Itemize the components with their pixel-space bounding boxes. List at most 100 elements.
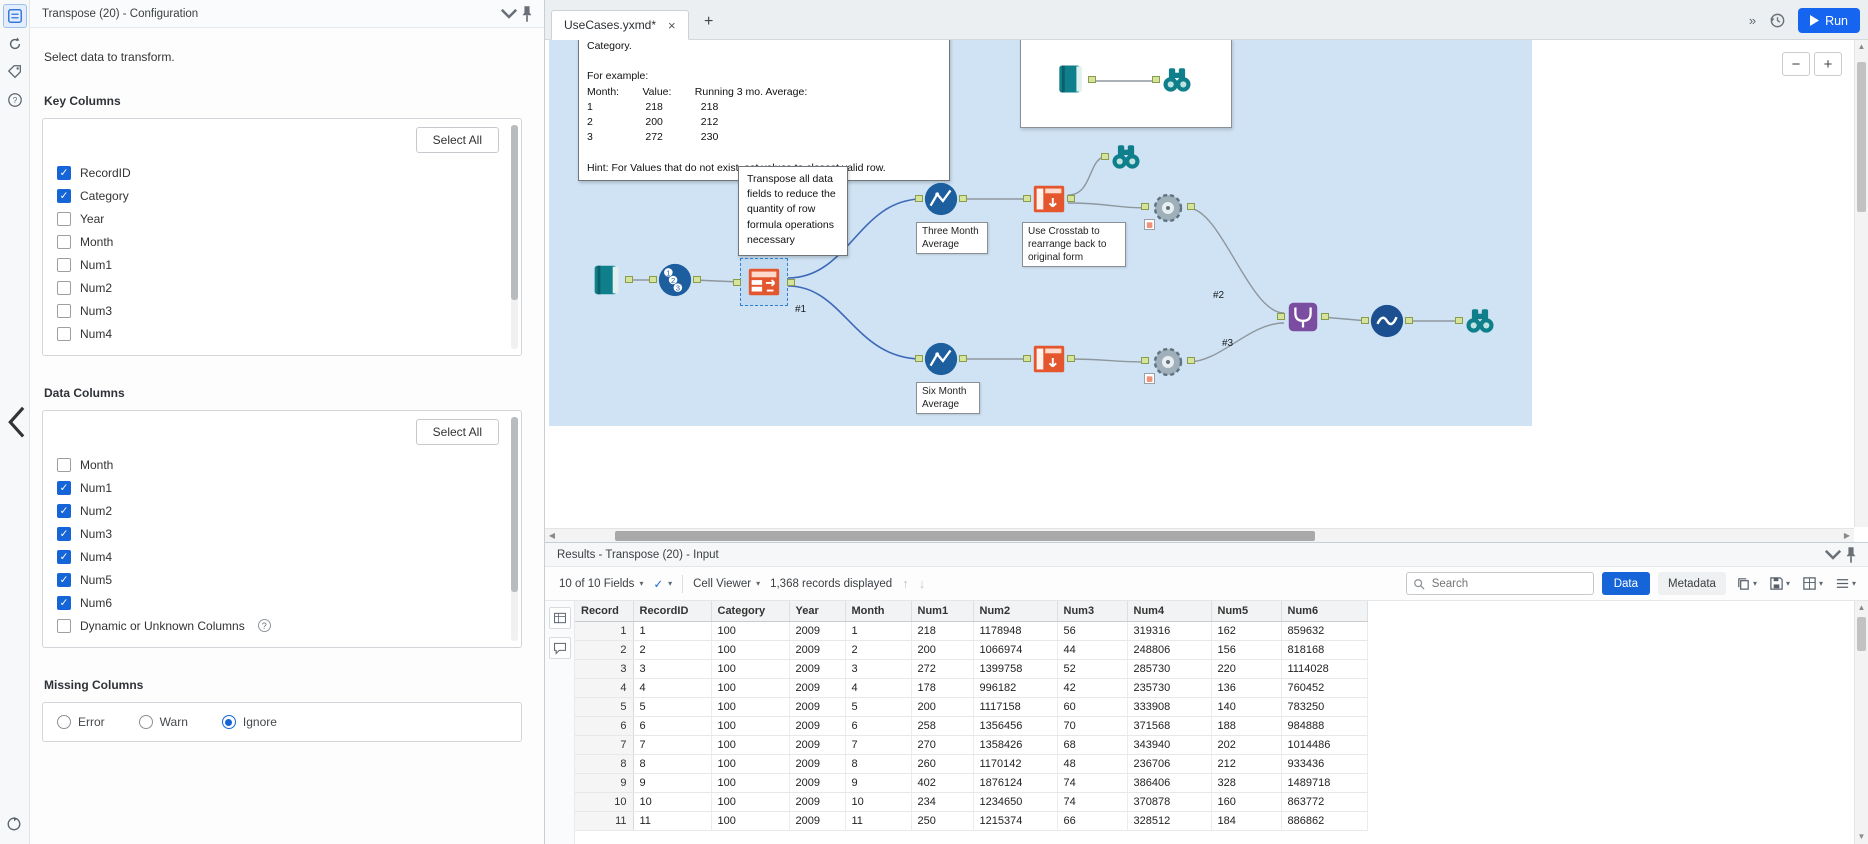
column-header[interactable]: Num5 <box>1211 601 1282 622</box>
missing-columns-option[interactable]: Error <box>57 715 105 729</box>
output-anchor[interactable] <box>959 355 967 362</box>
key-column-row[interactable]: Category <box>57 184 499 207</box>
canvas-vertical-scrollbar[interactable]: ▲ <box>1854 40 1868 527</box>
checkbox[interactable] <box>57 211 71 226</box>
scroll-down-icon[interactable]: ▼ <box>1855 830 1868 844</box>
key-columns-scrollbar[interactable] <box>511 125 518 349</box>
table-row[interactable]: 4 4 100 2009 4 178 996182 42 235730 136 … <box>575 678 1368 698</box>
input-anchor[interactable] <box>649 276 657 283</box>
output-anchor[interactable] <box>1405 317 1413 324</box>
key-column-row[interactable]: Num2 <box>57 276 499 299</box>
data-column-row[interactable]: Num3 ? <box>57 522 499 545</box>
data-column-row[interactable]: Month ? <box>57 453 499 476</box>
help-circle-icon[interactable]: ? <box>257 619 271 632</box>
tool-caption-six-month[interactable]: Six Month Average <box>916 382 980 414</box>
transpose-tool[interactable] <box>745 263 783 301</box>
data-column-row[interactable]: Num6 ? <box>57 591 499 614</box>
help-button[interactable]: ? <box>3 88 27 112</box>
scroll-right-icon[interactable]: ▶ <box>1840 531 1854 540</box>
three-month-average-tool[interactable] <box>915 180 967 218</box>
toolbar-overflow-chevrons[interactable]: » <box>1749 13 1756 28</box>
copy-button[interactable]: ▾ <box>1734 574 1759 593</box>
refresh-button[interactable] <box>2 812 26 836</box>
gear-blade-tool-top[interactable]: ▦ <box>1141 188 1195 230</box>
save-button[interactable]: ▾ <box>1767 574 1792 593</box>
results-search-box[interactable] <box>1405 572 1594 595</box>
table-row[interactable]: 5 5 100 2009 5 200 1117158 60 333908 140… <box>575 697 1368 717</box>
key-column-row[interactable]: Month <box>57 230 499 253</box>
output-anchor[interactable] <box>1088 76 1096 83</box>
previous-record-button[interactable]: ↑ <box>902 576 909 591</box>
data-columns-select-all-button[interactable]: Select All <box>415 419 499 445</box>
panel-pin-button[interactable] <box>518 5 536 23</box>
column-header[interactable]: Num2 <box>973 601 1058 622</box>
output-anchor[interactable] <box>1321 313 1329 320</box>
zoom-in-button[interactable]: + <box>1814 52 1842 76</box>
output-anchor[interactable] <box>1067 195 1075 202</box>
checkbox[interactable] <box>57 234 71 249</box>
table-row[interactable]: 6 6 100 2009 6 258 1356456 70 371568 188… <box>575 716 1368 736</box>
input-anchor[interactable] <box>1361 317 1369 324</box>
checkbox[interactable] <box>57 572 71 587</box>
comment-box-running-average[interactable]: Category. For example: Month: Value: Run… <box>578 40 950 181</box>
checkbox[interactable] <box>57 257 71 272</box>
schedule-history-button[interactable] <box>1768 12 1786 30</box>
key-column-row[interactable]: Num3 <box>57 299 499 322</box>
crosstab-tool[interactable] <box>1023 180 1075 218</box>
missing-columns-option[interactable]: Ignore <box>221 715 277 729</box>
table-row[interactable]: 9 9 100 2009 9 402 1876124 74 386406 328… <box>575 773 1368 793</box>
collapse-config-panel-chevron[interactable] <box>6 404 26 440</box>
input-anchor[interactable] <box>733 279 741 286</box>
messages-view-button[interactable] <box>548 637 571 659</box>
new-window-button[interactable]: ▾ <box>1800 574 1825 593</box>
tag-button[interactable] <box>3 60 27 84</box>
column-header[interactable]: Num6 <box>1281 601 1368 622</box>
table-row[interactable]: 10 10 100 2009 10 234 1234650 74 370878 <box>575 792 1368 812</box>
output-anchor[interactable] <box>959 195 967 202</box>
key-column-row[interactable]: Num4 <box>57 322 499 345</box>
browse-tool[interactable] <box>1101 138 1144 174</box>
scrollbar-thumb[interactable] <box>615 531 1315 541</box>
table-row[interactable]: 3 3 100 2009 3 272 1399758 52 285730 220… <box>575 659 1368 679</box>
six-month-average-tool[interactable] <box>915 340 967 378</box>
browse-tool[interactable] <box>1152 61 1195 97</box>
data-column-row[interactable]: Num2 ? <box>57 499 499 522</box>
table-row[interactable]: 8 8 100 2009 8 260 1170142 48 236706 212… <box>575 754 1368 774</box>
run-button[interactable]: Run <box>1798 8 1860 33</box>
canvas-horizontal-scrollbar[interactable]: ◀ ▶ <box>545 528 1854 542</box>
column-header[interactable]: Num3 <box>1057 601 1128 622</box>
transpose-tool-selected[interactable] <box>733 258 795 306</box>
zoom-out-button[interactable]: − <box>1782 52 1810 76</box>
output-anchor[interactable] <box>693 276 701 283</box>
input-anchor[interactable] <box>1277 313 1285 320</box>
tool-caption-crosstab[interactable]: Use Crosstab to rearrange back to origin… <box>1022 222 1126 267</box>
input-anchor[interactable] <box>1152 76 1160 83</box>
workflow-sheet[interactable]: Category. For example: Month: Value: Run… <box>549 40 1532 426</box>
table-row[interactable]: 7 7 100 2009 7 270 1358426 68 343940 202… <box>575 735 1368 755</box>
column-header[interactable]: Num4 <box>1127 601 1212 622</box>
workflow-canvas[interactable]: Category. For example: Month: Value: Run… <box>545 40 1868 542</box>
column-header[interactable]: Category <box>711 601 790 622</box>
grid-view-button[interactable] <box>548 607 571 629</box>
radio-button[interactable] <box>221 715 236 729</box>
input-anchor[interactable] <box>915 355 923 362</box>
input-anchor[interactable] <box>1101 153 1109 160</box>
union-tool[interactable] <box>1277 298 1329 336</box>
radio-button[interactable] <box>138 715 153 729</box>
key-column-row[interactable]: Num1 <box>57 253 499 276</box>
tool-caption-three-month[interactable]: Three Month Average <box>916 222 988 254</box>
key-column-row[interactable]: RecordID <box>57 161 499 184</box>
checkbox[interactable] <box>57 303 71 318</box>
checkbox[interactable] <box>57 165 71 180</box>
results-pin-button[interactable] <box>1842 546 1860 564</box>
new-tab-button[interactable]: + <box>699 12 719 32</box>
scrollbar-thumb[interactable] <box>1857 62 1866 212</box>
checkbox[interactable] <box>57 457 71 472</box>
search-input[interactable] <box>1429 576 1587 591</box>
blue-wave-tool[interactable] <box>1361 302 1413 340</box>
data-column-row[interactable]: Num1 ? <box>57 476 499 499</box>
data-column-row[interactable]: Num5 ? <box>57 568 499 591</box>
close-tab-icon[interactable]: × <box>668 18 676 33</box>
data-column-row[interactable]: Dynamic or Unknown Columns ? <box>57 614 499 637</box>
tool-container-box[interactable] <box>1020 40 1232 128</box>
